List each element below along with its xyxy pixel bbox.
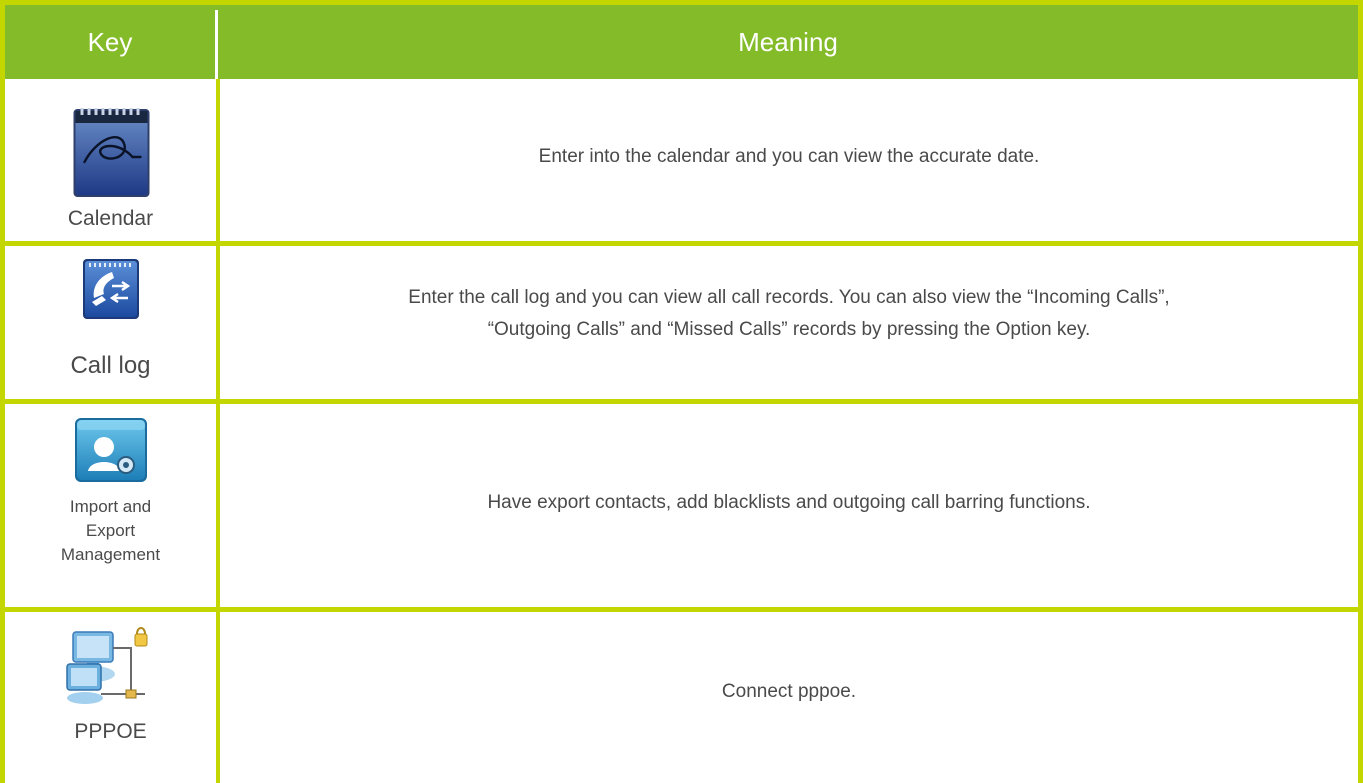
pppoe-network-icon — [64, 624, 157, 715]
key-meaning-table: Key Meaning Calendar Enter into the cale… — [0, 0, 1363, 783]
key-label-line: Export — [85, 521, 136, 540]
table-row-calendar-key: Calendar — [5, 84, 216, 241]
header-meaning: Meaning — [738, 26, 838, 57]
key-label: Calendar — [67, 207, 154, 230]
call-log-icon — [82, 258, 140, 325]
header-key: Key — [87, 26, 133, 57]
key-label: Call log — [70, 352, 151, 379]
table-border-right — [1358, 0, 1363, 783]
meaning-text: Have export contacts, add blacklists and… — [487, 492, 1091, 513]
meaning-text: Connect pppoe. — [721, 681, 857, 702]
key-label: PPPOE — [74, 720, 147, 743]
table-row-import-export-key: Import and Export Management — [5, 404, 216, 607]
table-border-top — [0, 0, 1363, 5]
table-row-pppoe-key: PPPOE — [5, 612, 216, 783]
calendar-icon — [70, 107, 151, 204]
meaning-line: Enter the call log and you can view all … — [408, 287, 1170, 308]
key-label-line: Management — [60, 545, 161, 564]
key-label-line: Import and — [69, 497, 152, 516]
meaning-line: “Outgoing Calls” and “Missed Calls” reco… — [487, 319, 1091, 340]
key-label: Import and Export Management — [5, 495, 216, 567]
meaning-text: Enter into the calendar and you can view… — [538, 146, 1040, 167]
import-export-contacts-icon — [74, 417, 148, 488]
table-row-call-log-key: Call log — [5, 246, 216, 399]
meaning-text: Enter the call log and you can view all … — [220, 282, 1358, 346]
